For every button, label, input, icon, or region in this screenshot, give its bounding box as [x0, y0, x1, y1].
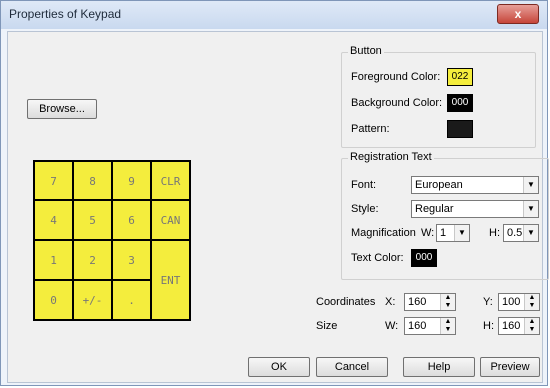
magnification-h-value: 0.5 [507, 227, 523, 239]
size-w-label: W: [385, 320, 399, 332]
button-group-title: Button [348, 45, 384, 57]
key-9: 9 [112, 161, 151, 200]
magnification-h-select[interactable]: 0.5 ▼ [503, 224, 539, 242]
properties-dialog: Properties of Keypad x Browse... 7 8 9 C… [0, 0, 549, 386]
magnification-w-select[interactable]: 1 ▼ [436, 224, 470, 242]
key-1: 1 [34, 240, 73, 280]
key-ent: ENT [151, 240, 190, 320]
background-color-label: Background Color: [351, 97, 443, 109]
key-decimal: . [112, 280, 151, 320]
text-color-label: Text Color: [351, 252, 404, 264]
preview-button[interactable]: Preview [480, 357, 540, 377]
key-3: 3 [112, 240, 151, 280]
spin-arrows-icon[interactable]: ▲ ▼ [440, 318, 455, 334]
key-4: 4 [34, 200, 73, 240]
close-icon: x [514, 7, 522, 21]
spin-arrows-icon[interactable]: ▲ ▼ [440, 294, 455, 310]
cancel-button[interactable]: Cancel [316, 357, 388, 377]
style-label: Style: [351, 203, 379, 215]
key-5: 5 [73, 200, 112, 240]
chevron-down-icon: ▼ [523, 201, 538, 217]
coordinates-x-value: 160 [408, 296, 427, 308]
spin-arrows-icon[interactable]: ▲ ▼ [524, 318, 539, 334]
dialog-body: Browse... 7 8 9 CLR 4 5 6 CAN 1 2 3 ENT … [7, 31, 549, 383]
key-plus-minus: +/- [73, 280, 112, 320]
chevron-down-icon: ▼ [523, 177, 538, 193]
magnification-w-value: 1 [440, 227, 447, 239]
help-button[interactable]: Help [403, 357, 475, 377]
coordinates-x-label: X: [385, 296, 396, 308]
style-select[interactable]: Regular ▼ [411, 200, 539, 218]
key-0: 0 [34, 280, 73, 320]
size-h-value: 160 [502, 320, 521, 332]
pattern-label: Pattern: [351, 123, 390, 135]
font-select[interactable]: European ▼ [411, 176, 539, 194]
key-clr: CLR [151, 161, 190, 200]
size-h-input[interactable]: 160 ▲ ▼ [498, 317, 540, 335]
font-select-value: European [415, 179, 463, 191]
browse-button[interactable]: Browse... [27, 99, 97, 119]
background-color-swatch[interactable]: 000 [447, 94, 473, 112]
key-8: 8 [73, 161, 112, 200]
registration-group-title: Registration Text [348, 151, 434, 163]
key-can: CAN [151, 200, 190, 240]
coordinates-x-input[interactable]: 160 ▲ ▼ [404, 293, 456, 311]
chevron-down-icon: ▼ [454, 225, 469, 241]
text-color-swatch[interactable]: 000 [411, 249, 437, 267]
coordinates-y-input[interactable]: 100 ▲ ▼ [498, 293, 540, 311]
style-select-value: Regular [415, 203, 454, 215]
close-button[interactable]: x [497, 4, 539, 24]
button-group: Button Foreground Color: 022 Background … [341, 45, 536, 148]
key-2: 2 [73, 240, 112, 280]
size-label: Size [316, 320, 338, 332]
registration-text-group: Registration Text Font: European ▼ Style… [341, 151, 549, 280]
pattern-swatch[interactable] [447, 120, 473, 138]
coordinates-label: Coordinates [316, 296, 376, 308]
keypad-preview: 7 8 9 CLR 4 5 6 CAN 1 2 3 ENT 0 +/- . [33, 160, 191, 321]
size-w-value: 160 [408, 320, 427, 332]
spin-arrows-icon[interactable]: ▲ ▼ [524, 294, 539, 310]
coordinates-y-value: 100 [502, 296, 521, 308]
magnification-label: Magnification [351, 227, 416, 239]
magnification-h-label: H: [489, 227, 500, 239]
chevron-down-icon: ▼ [523, 225, 538, 241]
key-6: 6 [112, 200, 151, 240]
foreground-color-label: Foreground Color: [351, 71, 441, 83]
title-bar: Properties of Keypad x [1, 1, 547, 29]
size-h-label: H: [483, 320, 494, 332]
key-7: 7 [34, 161, 73, 200]
foreground-color-swatch[interactable]: 022 [447, 68, 473, 86]
dialog-title: Properties of Keypad [9, 7, 122, 21]
magnification-w-label: W: [421, 227, 435, 239]
font-label: Font: [351, 179, 377, 191]
coordinates-y-label: Y: [483, 296, 493, 308]
ok-button[interactable]: OK [248, 357, 310, 377]
size-w-input[interactable]: 160 ▲ ▼ [404, 317, 456, 335]
